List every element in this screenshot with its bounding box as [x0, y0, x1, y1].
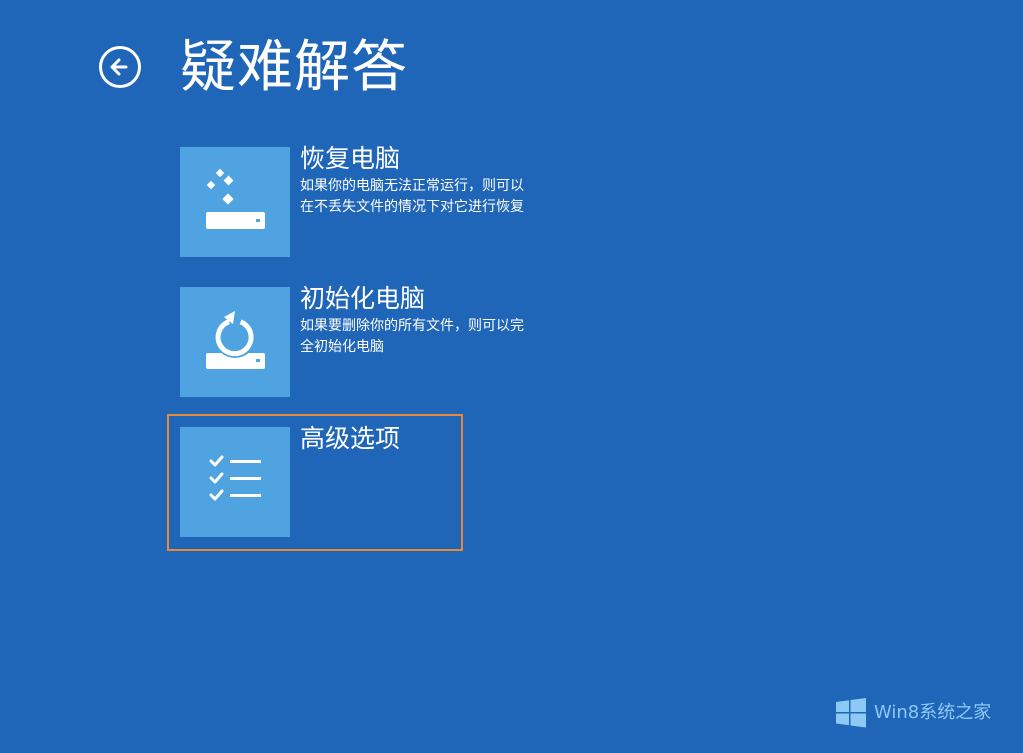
option-reset-pc[interactable]: 初始化电脑 如果要删除你的所有文件，则可以完 全初始化电脑 [180, 284, 560, 397]
reset-drive-icon [206, 311, 265, 369]
option-title: 初始化电脑 [300, 284, 426, 313]
checklist-icon [209, 455, 261, 501]
watermark-text: Win8系统之家 [874, 702, 992, 723]
option-tile [180, 287, 290, 397]
option-refresh-pc[interactable]: 恢复电脑 如果你的电脑无法正常运行，则可以 在不丢失文件的情况下对它进行恢复 [180, 144, 560, 257]
option-description: 如果你的电脑无法正常运行，则可以 在不丢失文件的情况下对它进行恢复 [300, 176, 550, 218]
windows-logo-icon [836, 698, 866, 728]
watermark: Win8系统之家 [835, 697, 1015, 729]
back-button[interactable] [99, 46, 141, 88]
option-tile [180, 427, 290, 537]
option-description-line: 全初始化电脑 [300, 339, 384, 355]
option-description-line: 在不丢失文件的情况下对它进行恢复 [300, 199, 524, 215]
option-advanced-options[interactable]: 高级选项 [180, 424, 560, 537]
page-title: 疑难解答 [180, 35, 408, 100]
option-description-line: 如果你的电脑无法正常运行，则可以 [300, 178, 524, 194]
option-description: 如果要删除你的所有文件，则可以完 全初始化电脑 [300, 316, 550, 358]
option-title: 恢复电脑 [300, 144, 401, 173]
option-tile [180, 147, 290, 257]
refresh-drive-icon [206, 168, 265, 229]
back-arrow-icon [110, 58, 128, 76]
option-description-line: 如果要删除你的所有文件，则可以完 [300, 318, 524, 334]
option-title: 高级选项 [300, 424, 401, 453]
